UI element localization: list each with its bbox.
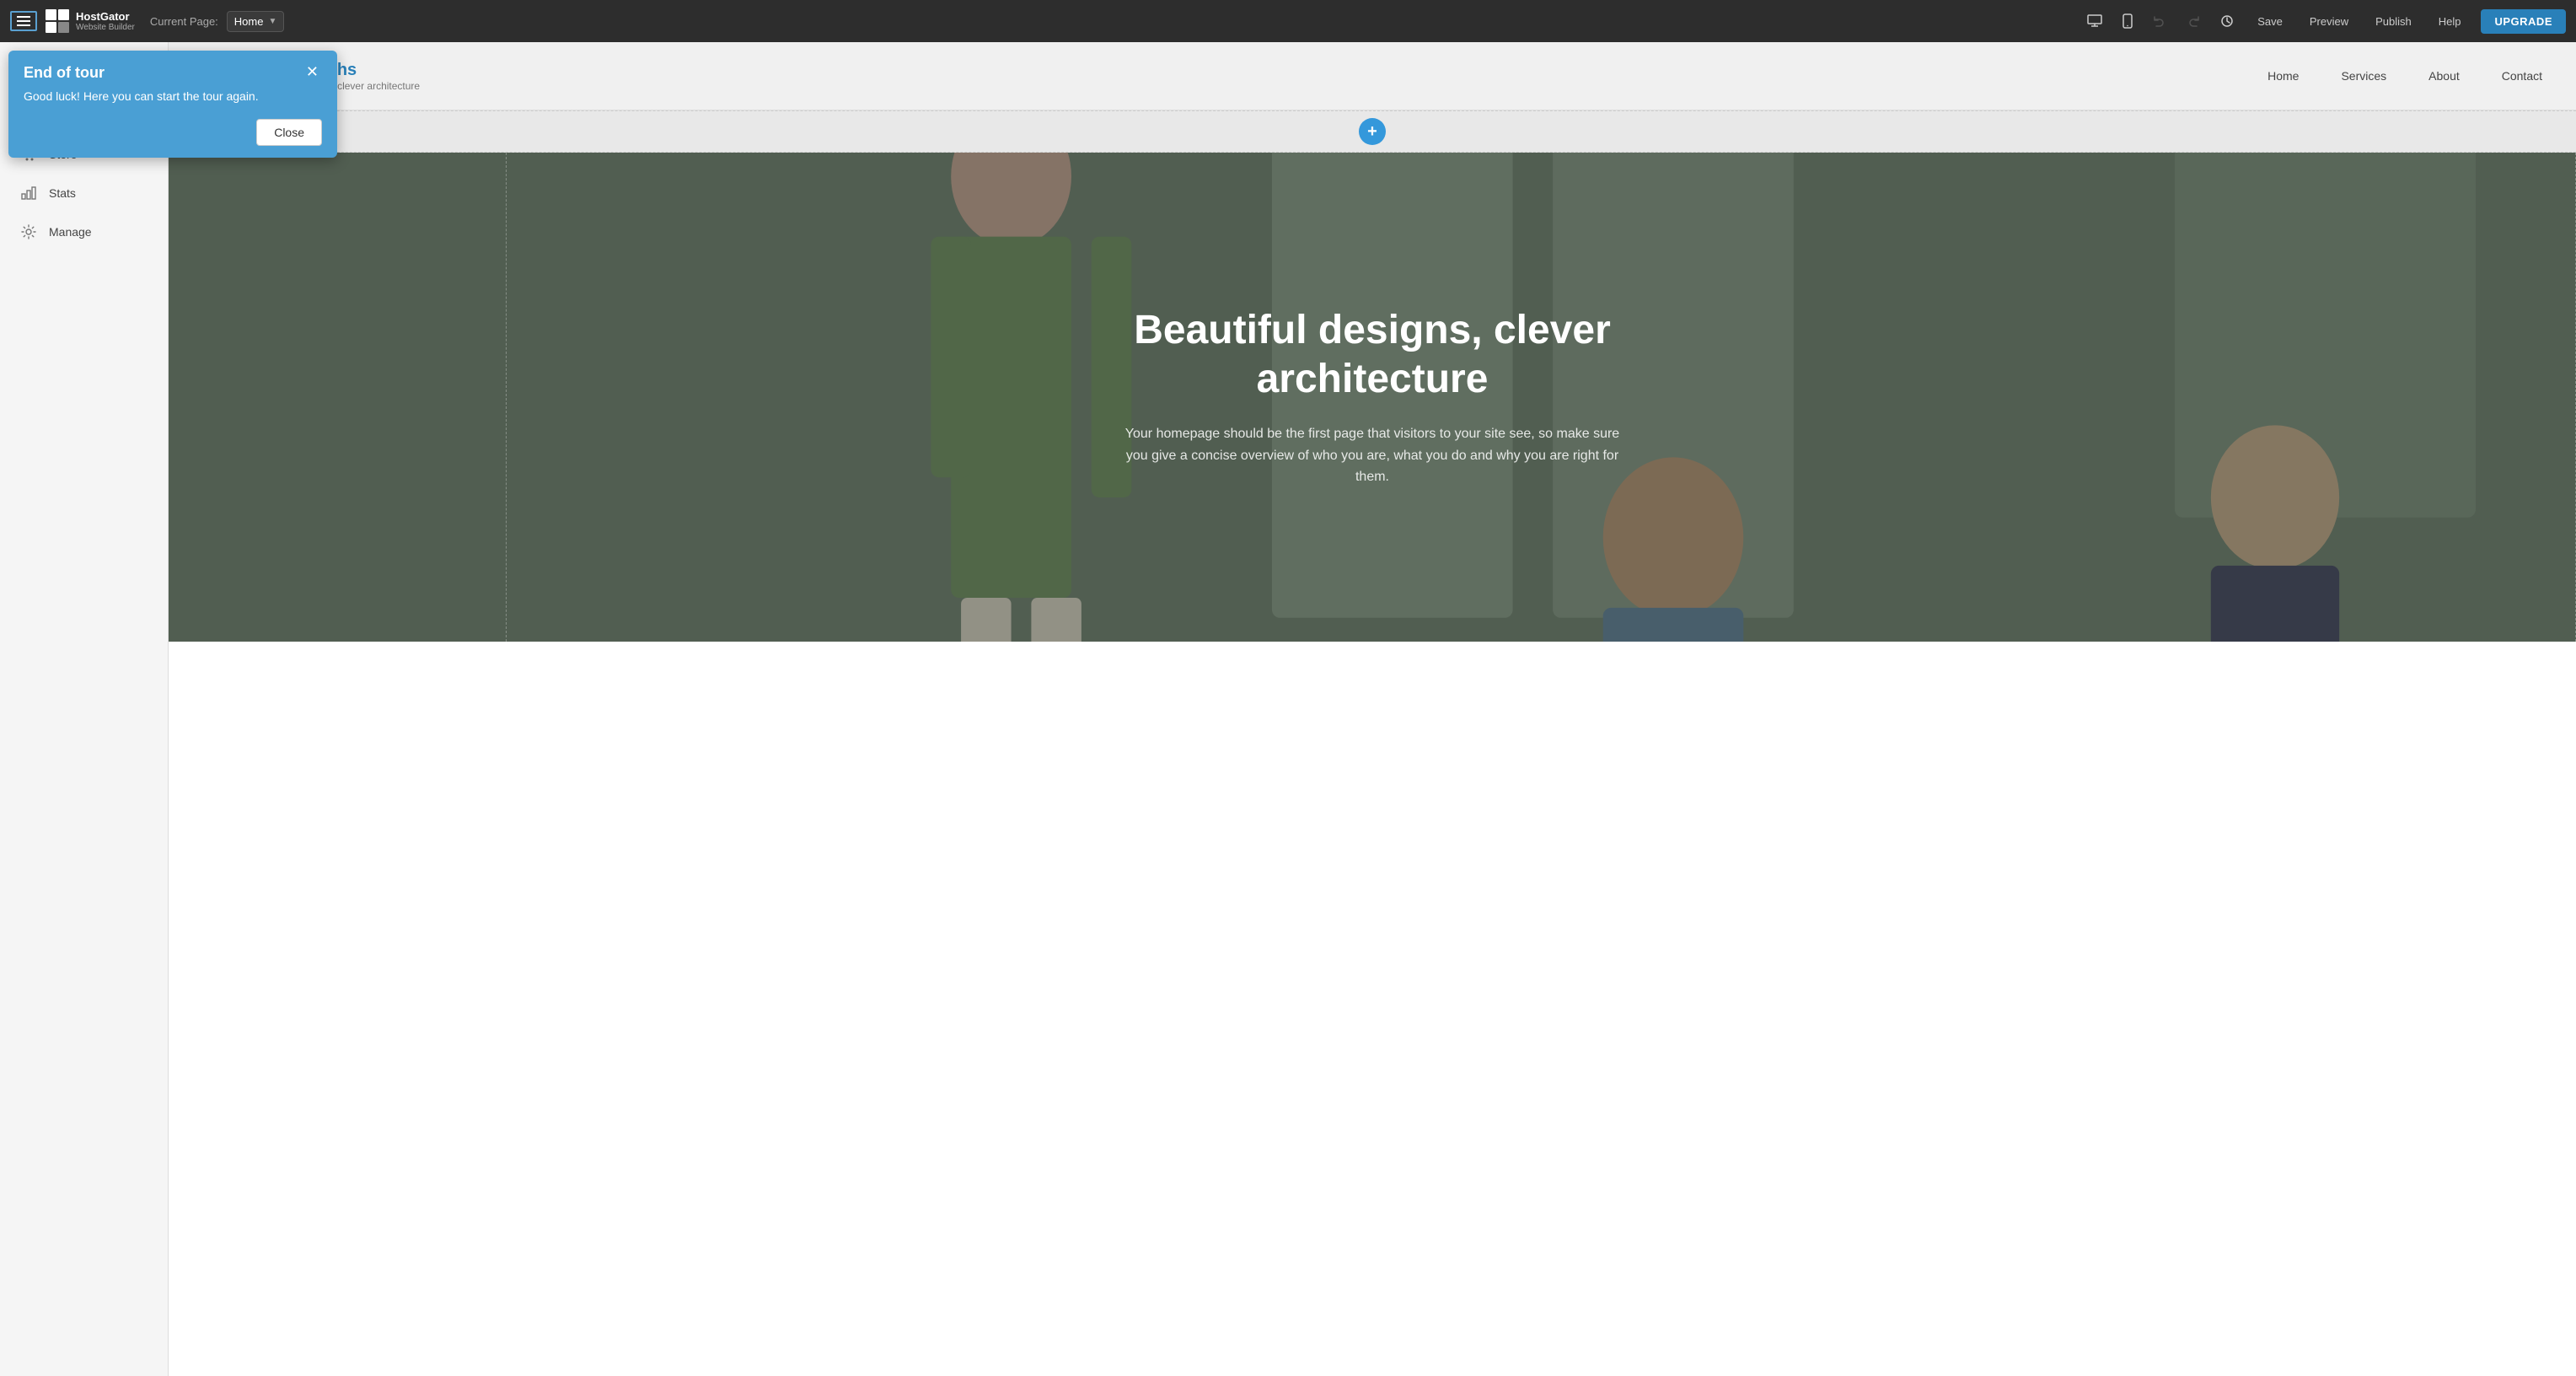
hero-title: Beautiful designs, clever architecture	[1094, 306, 1650, 403]
tour-close-button[interactable]: Close	[256, 119, 322, 146]
hero-subtitle: Your homepage should be the first page t…	[1119, 423, 1625, 488]
website-preview: Vision Archs Beautiful designs, clever a…	[169, 42, 2576, 1376]
website-nav: Home Services About Contact	[2267, 69, 2542, 83]
tour-popup-close-button[interactable]: ✕	[303, 64, 322, 79]
tour-popup-header: End of tour ✕	[24, 64, 322, 82]
top-bar-left: HostGator Website Builder Current Page: …	[10, 9, 284, 33]
top-bar: HostGator Website Builder Current Page: …	[0, 0, 2576, 42]
hero-section: Beautiful designs, clever architecture Y…	[169, 153, 2576, 642]
add-section-row: +	[169, 110, 2576, 153]
hero-content: Beautiful designs, clever architecture Y…	[1077, 272, 1667, 522]
preview-button[interactable]: Preview	[2303, 12, 2355, 31]
sidebar-item-stats[interactable]: Stats	[0, 174, 168, 212]
redo-button[interactable]	[2183, 11, 2203, 31]
current-page-label: Current Page:	[150, 15, 218, 28]
publish-button[interactable]: Publish	[2369, 12, 2418, 31]
page-select-dropdown[interactable]: Home ▼	[227, 11, 285, 32]
menu-toggle-button[interactable]	[10, 11, 37, 31]
canvas-area: Vision Archs Beautiful designs, clever a…	[169, 42, 2576, 1376]
tour-popup: End of tour ✕ Good luck! Here you can st…	[8, 51, 337, 158]
sidebar: Design Blog Store Stats Manage	[0, 42, 169, 1376]
logo-area: HostGator Website Builder	[46, 9, 135, 33]
tour-popup-body: Good luck! Here you can start the tour a…	[24, 89, 322, 105]
nav-item-home[interactable]: Home	[2267, 69, 2299, 83]
sidebar-item-manage[interactable]: Manage	[0, 212, 168, 251]
sidebar-label-stats: Stats	[49, 186, 76, 200]
nav-item-about[interactable]: About	[2428, 69, 2460, 83]
upgrade-button[interactable]: UPGRADE	[2481, 9, 2566, 34]
history-button[interactable]	[2217, 11, 2237, 31]
save-button[interactable]: Save	[2251, 12, 2289, 31]
nav-item-services[interactable]: Services	[2341, 69, 2386, 83]
undo-button[interactable]	[2149, 11, 2170, 31]
website-header: Vision Archs Beautiful designs, clever a…	[169, 42, 2576, 110]
add-section-button[interactable]: +	[1359, 118, 1386, 145]
help-button[interactable]: Help	[2432, 12, 2468, 31]
bar-chart-icon	[20, 185, 37, 201]
top-bar-actions: Save Preview Publish Help UPGRADE	[2084, 9, 2566, 34]
main-layout: Design Blog Store Stats Manage	[0, 42, 2576, 1376]
mobile-view-button[interactable]	[2119, 10, 2136, 32]
logo-text: HostGator Website Builder	[76, 10, 135, 33]
logo-grid-icon	[46, 9, 69, 33]
nav-item-contact[interactable]: Contact	[2502, 69, 2542, 83]
column-guide-left	[506, 153, 507, 642]
sidebar-label-manage: Manage	[49, 225, 92, 239]
tour-popup-footer: Close	[24, 119, 322, 146]
chevron-down-icon: ▼	[268, 17, 276, 26]
desktop-view-button[interactable]	[2084, 11, 2106, 31]
logo-title: HostGator	[76, 10, 135, 24]
page-select-value: Home	[234, 15, 264, 28]
logo-subtitle: Website Builder	[76, 23, 135, 32]
gear-icon	[20, 224, 37, 239]
tour-popup-title: End of tour	[24, 64, 105, 82]
